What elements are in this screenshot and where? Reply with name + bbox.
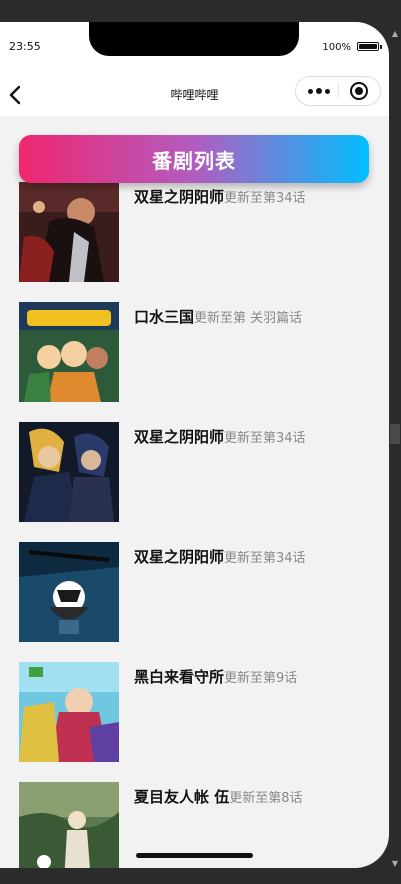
anime-update-status: 更新至第34话: [224, 431, 306, 446]
anime-update-status: 更新至第34话: [224, 551, 306, 566]
anime-cover-image: [19, 422, 119, 522]
anime-update-status: 更新至第 关羽篇话: [194, 311, 303, 326]
anime-cover-image: [19, 302, 119, 402]
battery-icon: [357, 42, 379, 51]
anime-cover-image: [19, 542, 119, 642]
scroll-up-arrow-icon[interactable]: ▲: [391, 30, 399, 38]
scroll-down-arrow-icon[interactable]: ▼: [391, 860, 399, 868]
anime-cover-image: [19, 662, 119, 762]
close-miniprogram-icon[interactable]: [350, 82, 368, 100]
anime-title: 黑白来看守所: [134, 668, 225, 686]
anime-update-status: 更新至第9话: [224, 671, 298, 686]
navigation-bar: 哔哩哔哩: [0, 74, 389, 116]
capsule-divider: [338, 85, 339, 98]
anime-title: 双星之阴阳师: [134, 428, 225, 446]
list-item[interactable]: 口水三国更新至第 关羽篇话: [19, 302, 369, 402]
window-scrollbar-track[interactable]: [389, 22, 401, 868]
phone-notch: [89, 22, 299, 56]
battery-tip: [380, 45, 382, 49]
anime-title: 双星之阴阳师: [134, 188, 225, 206]
anime-update-status: 更新至第34话: [224, 191, 306, 206]
list-header-title: 番剧列表: [152, 148, 236, 173]
status-time: 23:55: [9, 40, 41, 53]
more-dots-icon[interactable]: [306, 82, 336, 100]
list-item[interactable]: 双星之阴阳师更新至第34话: [19, 542, 369, 642]
list-item[interactable]: 黑白来看守所更新至第9话: [19, 662, 369, 762]
phone-screen: 23:55 100% 哔哩哔哩 番剧列表 双星之阴阳师更新至第34话 口水三国更…: [0, 22, 389, 868]
miniprogram-capsule: [295, 76, 381, 106]
anime-cover-image: [19, 182, 119, 282]
anime-update-status: 更新至第8话: [229, 791, 303, 806]
home-indicator[interactable]: [136, 853, 253, 858]
list-item[interactable]: 双星之阴阳师更新至第34话: [19, 182, 369, 282]
anime-title: 口水三国: [134, 308, 195, 326]
anime-cover-image: [19, 782, 119, 868]
list-header-banner: 番剧列表: [19, 135, 369, 183]
list-item[interactable]: 双星之阴阳师更新至第34话: [19, 422, 369, 522]
anime-title: 双星之阴阳师: [134, 548, 225, 566]
anime-title: 夏目友人帐 伍: [134, 788, 230, 806]
scroll-thumb[interactable]: [390, 424, 400, 444]
battery-percentage: 100%: [322, 42, 351, 53]
